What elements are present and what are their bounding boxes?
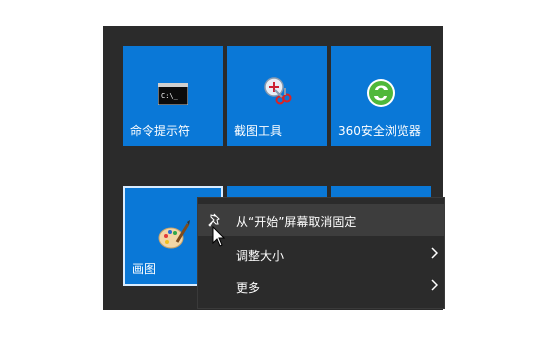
mouse-cursor-icon bbox=[212, 225, 226, 252]
tile-snipping-tool[interactable]: 截图工具 bbox=[227, 46, 327, 146]
360-browser-icon bbox=[366, 78, 396, 112]
menu-item-resize[interactable]: 调整大小 bbox=[198, 238, 444, 270]
menu-item-label: 从“开始”屏幕取消固定 bbox=[236, 215, 357, 229]
menu-item-label: 更多 bbox=[236, 281, 261, 295]
paint-icon bbox=[157, 218, 191, 256]
tile-360-browser[interactable]: 360安全浏览器 bbox=[331, 46, 431, 146]
snipping-tool-icon bbox=[261, 76, 293, 112]
context-menu: 从“开始”屏幕取消固定 调整大小 更多 bbox=[198, 198, 444, 308]
tile-label: 360安全浏览器 bbox=[338, 124, 421, 138]
menu-item-unpin[interactable]: 从“开始”屏幕取消固定 bbox=[198, 204, 444, 236]
cmd-icon-text: C:\_ bbox=[161, 92, 179, 100]
menu-item-label: 调整大小 bbox=[236, 249, 285, 263]
tile-command-prompt[interactable]: C:\_ 命令提示符 bbox=[123, 46, 223, 146]
chevron-right-icon bbox=[430, 279, 439, 294]
tile-label: 截图工具 bbox=[234, 124, 283, 138]
menu-item-more[interactable]: 更多 bbox=[198, 270, 444, 302]
tile-label: 画图 bbox=[132, 262, 157, 276]
command-prompt-icon: C:\_ bbox=[157, 82, 189, 109]
tile-label: 命令提示符 bbox=[130, 124, 191, 138]
chevron-right-icon bbox=[430, 247, 439, 262]
